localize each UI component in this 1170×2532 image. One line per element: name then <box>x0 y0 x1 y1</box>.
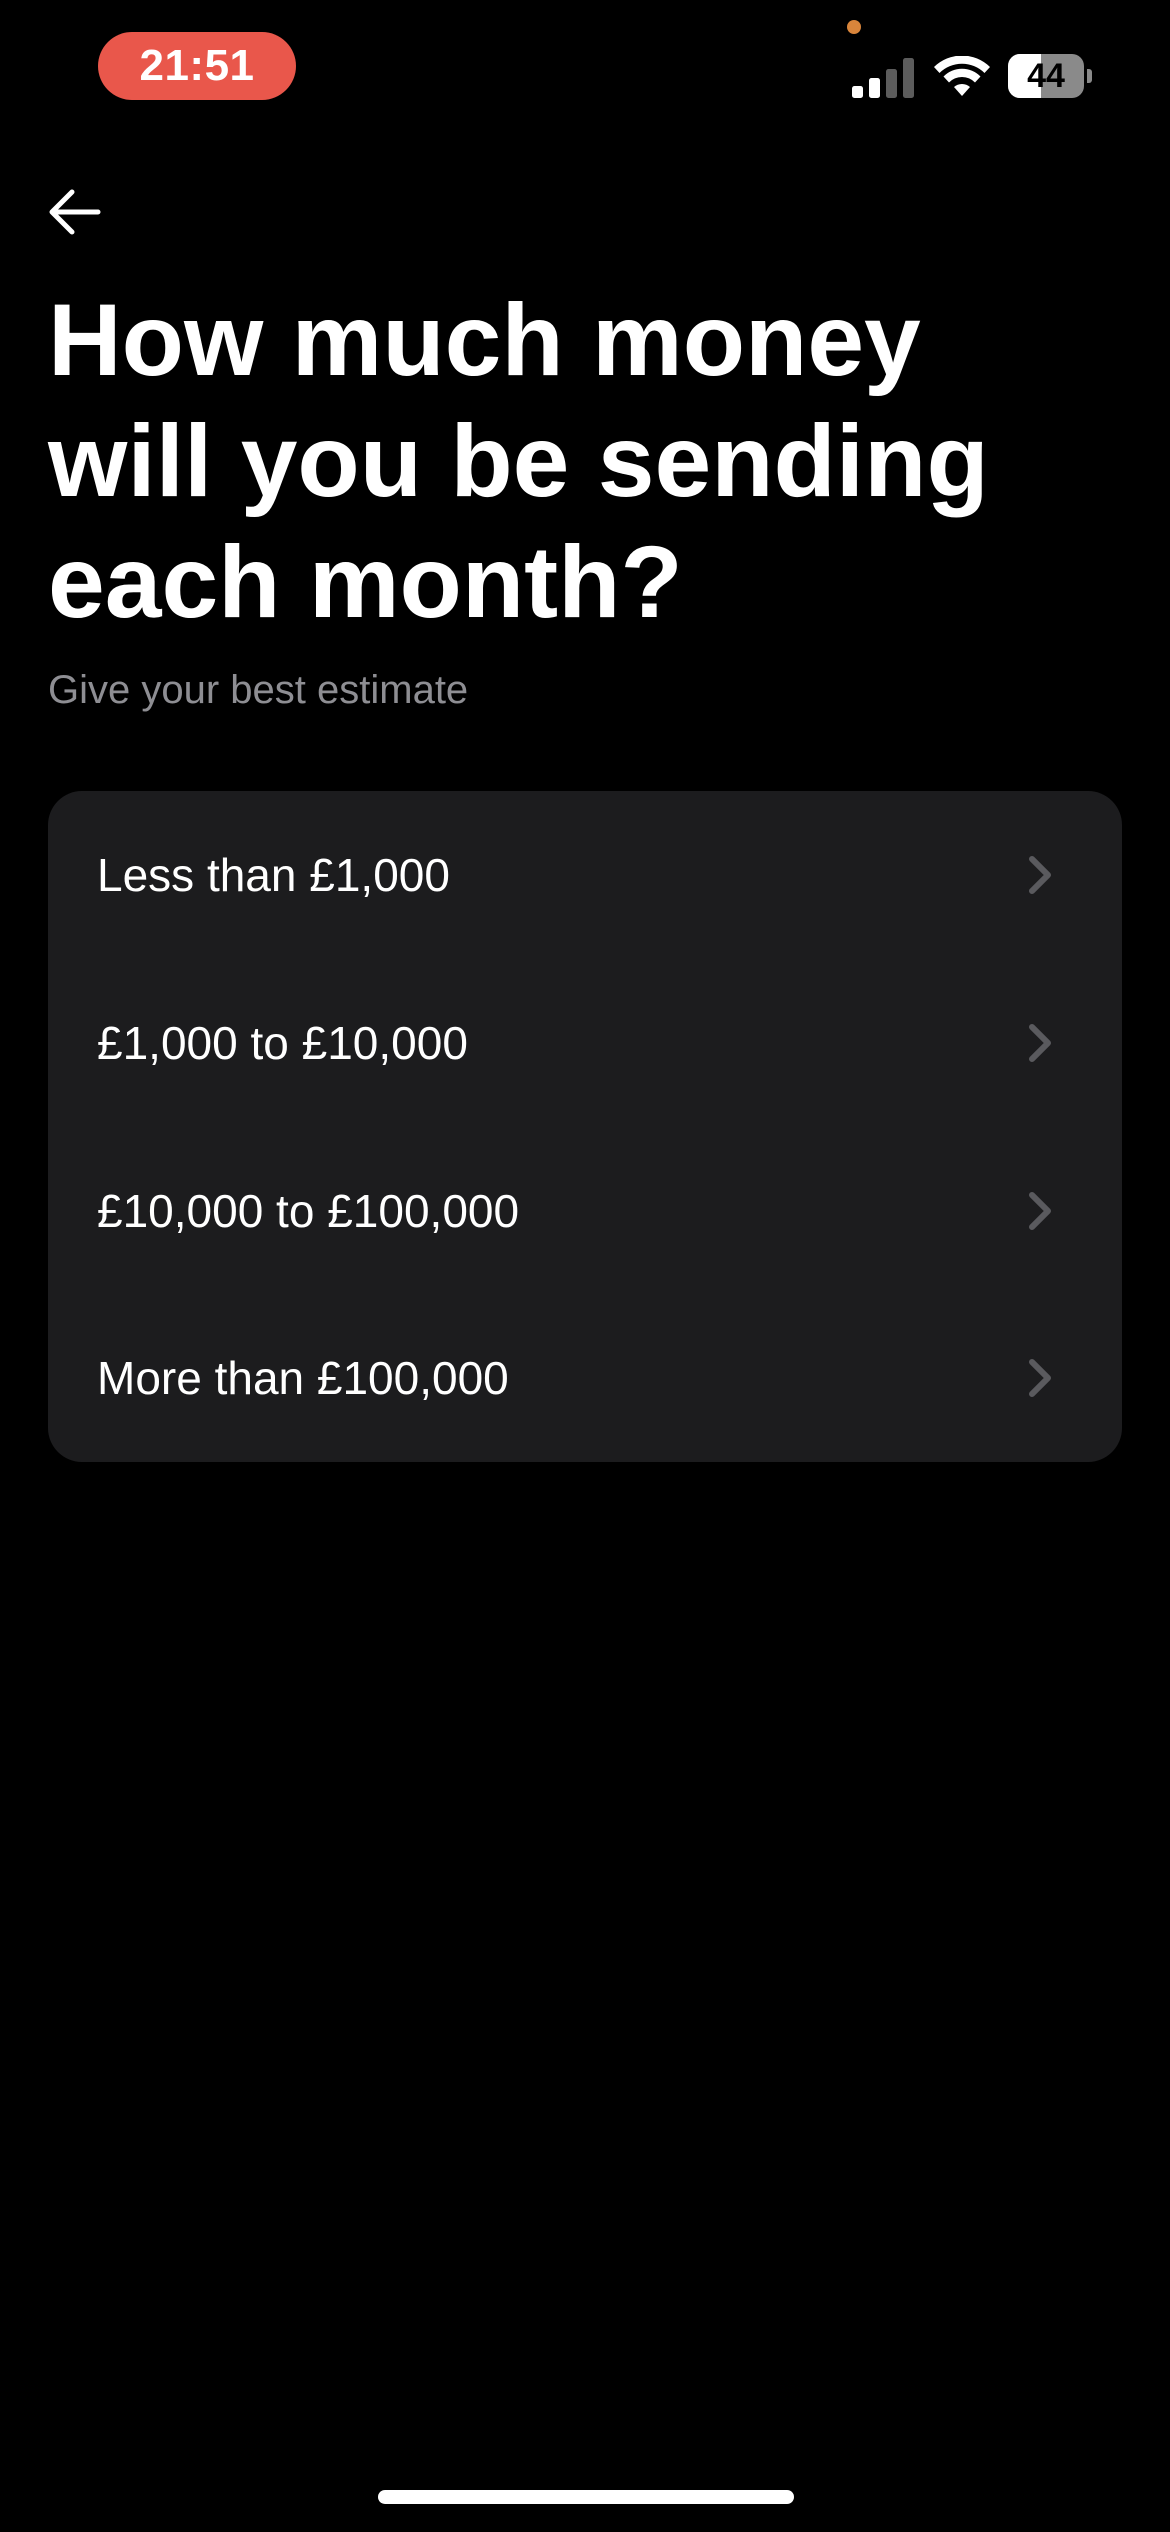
battery-icon: 44 <box>1008 54 1092 98</box>
signal-bar-4 <box>903 58 914 98</box>
signal-bar-1 <box>852 86 863 98</box>
chevron-right-icon <box>1029 856 1051 894</box>
page-title: How much money will you be sending each … <box>48 283 989 639</box>
option-10000-to-100000[interactable]: £10,000 to £100,000 <box>48 1127 1122 1295</box>
option-1000-to-10000[interactable]: £1,000 to £10,000 <box>48 959 1122 1127</box>
chevron-right-icon <box>1029 1359 1051 1397</box>
battery-cap <box>1087 69 1092 83</box>
option-more-than-100000[interactable]: More than £100,000 <box>48 1294 1122 1462</box>
options-list: Less than £1,000 £1,000 to £10,000 £10,0… <box>48 791 1122 1462</box>
status-bar: 21:51 44 <box>0 0 1170 140</box>
option-less-than-1000[interactable]: Less than £1,000 <box>48 791 1122 959</box>
arrow-left-icon <box>49 189 101 235</box>
signal-bar-2 <box>869 78 880 98</box>
wifi-icon <box>934 56 990 96</box>
page-subtitle: Give your best estimate <box>48 668 469 712</box>
status-time[interactable]: 21:51 <box>98 32 296 100</box>
option-label: £1,000 to £10,000 <box>97 1017 468 1069</box>
option-label: £10,000 to £100,000 <box>97 1185 520 1237</box>
battery-body: 44 <box>1008 54 1084 98</box>
option-label: More than £100,000 <box>97 1352 509 1404</box>
back-button[interactable] <box>34 172 114 252</box>
signal-bar-3 <box>886 69 897 98</box>
home-indicator[interactable] <box>378 2490 794 2504</box>
cellular-signal-icon <box>852 58 914 98</box>
option-label: Less than £1,000 <box>97 849 450 901</box>
chevron-right-icon <box>1029 1192 1051 1230</box>
battery-level-text: 44 <box>1027 56 1065 95</box>
privacy-indicator-dot <box>847 20 861 34</box>
chevron-right-icon <box>1029 1024 1051 1062</box>
